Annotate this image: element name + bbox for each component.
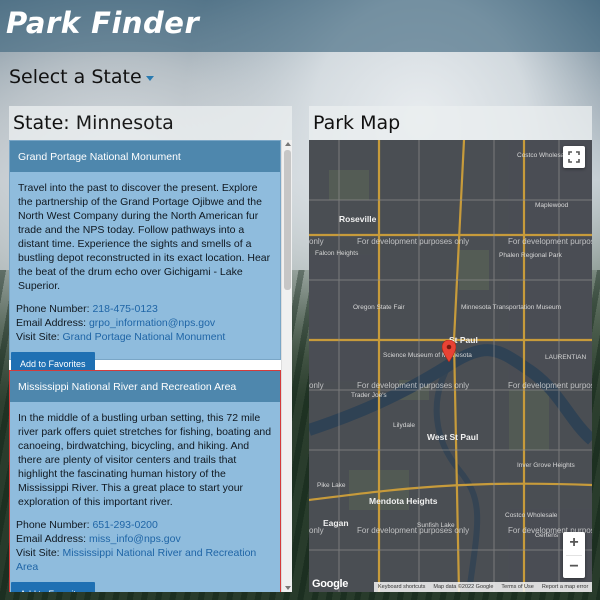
visit-label: Visit Site: (16, 331, 60, 343)
dev-watermark: For development purposes only (357, 237, 470, 246)
map-label: Eagan (323, 518, 349, 528)
map-title: Park Map (309, 106, 592, 140)
map-label: Falcon Heights (315, 250, 359, 257)
park-phone-row: Phone Number: 651-293-0200 (16, 518, 280, 532)
map-label: Roseville (339, 214, 377, 224)
park-email-row: Email Address: miss_info@nps.gov (16, 532, 280, 546)
park-visit-row: Visit Site: Grand Portage National Monum… (16, 330, 280, 344)
dev-watermark: For development purposes only (357, 381, 470, 390)
park-card-description: Travel into the past to discover the pre… (18, 182, 271, 292)
state-title-prefix: State: (13, 112, 70, 134)
map-label: Phalen Regional Park (499, 252, 562, 259)
dev-watermark: For development purposes only (508, 381, 592, 390)
zoom-out-button[interactable]: − (563, 556, 585, 579)
state-title: State: Minnesota (9, 106, 292, 140)
map-label: West St Paul (427, 432, 479, 442)
dev-watermark: only (309, 237, 324, 246)
email-link[interactable]: miss_info@nps.gov (89, 533, 181, 545)
keyboard-shortcuts-link[interactable]: Keyboard shortcuts (378, 584, 425, 592)
map-label: Inver Grove Heights (517, 462, 575, 469)
caret-down-icon (145, 76, 154, 81)
state-select-label: Select a State (9, 66, 142, 88)
vertical-scrollbar[interactable] (281, 140, 292, 592)
fullscreen-icon (568, 151, 580, 163)
park-map[interactable]: Costco Wholesale Roseville Falcon Height… (309, 140, 592, 592)
scrollbar-thumb[interactable] (284, 150, 291, 290)
map-label: Oregon State Fair (353, 304, 405, 311)
scroll-up-icon[interactable] (285, 142, 291, 146)
state-select-dropdown[interactable]: Select a State (9, 66, 154, 88)
phone-link[interactable]: 218-475-0123 (92, 303, 157, 315)
dev-watermark: For development purposes only (357, 526, 470, 535)
add-to-favorites-button[interactable]: Add to Favorites (11, 582, 95, 592)
map-label: Lilydale (393, 422, 416, 429)
park-card: Grand Portage National Monument Travel i… (9, 140, 281, 376)
park-email-row: Email Address: grpo_information@nps.gov (16, 316, 280, 330)
app-header: Park Finder (0, 0, 600, 52)
map-label: Maplewood (535, 202, 569, 209)
zoom-in-button[interactable]: + (563, 532, 585, 555)
visit-label: Visit Site: (16, 547, 60, 559)
phone-link[interactable]: 651-293-0200 (92, 519, 157, 531)
scroll-down-icon[interactable] (285, 586, 291, 590)
park-list-scroll-pane[interactable]: Grand Portage National Monument Travel i… (9, 140, 292, 592)
map-label: Pike Lake (317, 482, 346, 489)
email-link[interactable]: grpo_information@nps.gov (89, 317, 215, 329)
dev-watermark: only (309, 381, 324, 390)
park-card-contact: Phone Number: 651-293-0200 Email Address… (10, 509, 280, 574)
email-label: Email Address: (16, 317, 87, 329)
dev-watermark: only (309, 526, 324, 535)
map-label: Costco Wholesale (517, 152, 570, 159)
fullscreen-button[interactable] (563, 146, 585, 168)
map-data-text: Map data ©2022 Google (433, 584, 494, 590)
map-label: Minnesota Transportation Museum (461, 304, 562, 311)
park-card-contact: Phone Number: 218-475-0123 Email Address… (10, 293, 280, 344)
state-title-value: Minnesota (75, 112, 174, 134)
park-card-title: Grand Portage National Monument (10, 141, 280, 172)
park-phone-row: Phone Number: 218-475-0123 (16, 302, 280, 316)
map-label: Mendota Heights (369, 496, 438, 506)
map-label: Costco Wholesale (505, 512, 558, 519)
map-label: Science Museum of Minnesota (383, 352, 472, 359)
email-label: Email Address: (16, 533, 87, 545)
terms-link[interactable]: Terms of Use (501, 584, 533, 592)
phone-label: Phone Number: (16, 303, 90, 315)
park-visit-row: Visit Site: Mississippi National River a… (16, 546, 280, 574)
visit-site-link[interactable]: Grand Portage National Monument (63, 331, 226, 343)
phone-label: Phone Number: (16, 519, 90, 531)
google-logo: Google (312, 578, 349, 590)
park-card-title: Mississippi National River and Recreatio… (10, 371, 280, 402)
map-label: LAURENTIAN (545, 354, 587, 361)
map-label: Trader Joe's (351, 392, 387, 399)
park-card: Mississippi National River and Recreatio… (9, 370, 281, 592)
park-card-description: In the middle of a bustling urban settin… (18, 412, 272, 508)
report-error-link[interactable]: Report a map error (542, 584, 588, 592)
map-attribution: Keyboard shortcuts Map data ©2022 Google… (374, 582, 592, 592)
zoom-control: + − (563, 532, 585, 578)
dev-watermark: For development purposes only (508, 237, 592, 246)
app-brand: Park Finder (6, 6, 200, 40)
map-marker-icon[interactable] (442, 340, 456, 362)
